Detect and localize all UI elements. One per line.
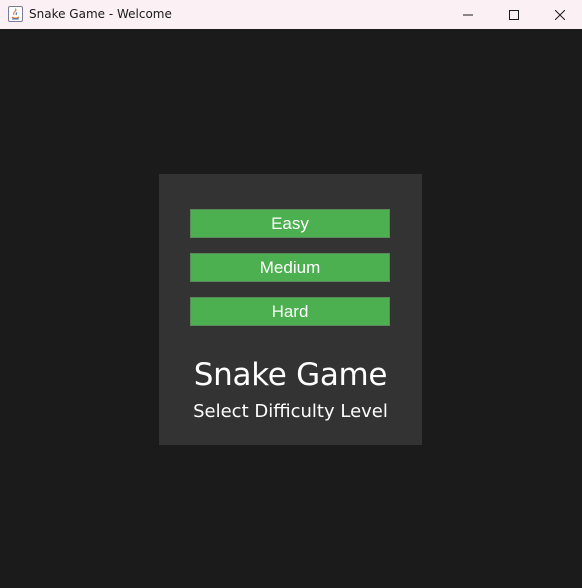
difficulty-panel: Easy Medium Hard Snake Game Select Diffi… xyxy=(159,174,422,445)
easy-button[interactable]: Easy xyxy=(190,209,390,238)
difficulty-subtitle: Select Difficulty Level xyxy=(193,401,388,422)
minimize-button[interactable] xyxy=(445,0,491,29)
app-window: Snake Game - Welcome Easy Medium Hard Sn… xyxy=(0,0,582,588)
title-bar[interactable]: Snake Game - Welcome xyxy=(0,0,582,29)
maximize-icon xyxy=(509,9,519,20)
hard-button[interactable]: Hard xyxy=(190,297,390,326)
window-title: Snake Game - Welcome xyxy=(29,7,172,21)
close-button[interactable] xyxy=(537,0,582,29)
minimize-icon xyxy=(463,10,473,20)
game-title: Snake Game xyxy=(193,357,388,393)
java-icon xyxy=(8,6,23,22)
close-icon xyxy=(555,9,565,20)
medium-button[interactable]: Medium xyxy=(190,253,390,282)
game-canvas: Easy Medium Hard Snake Game Select Diffi… xyxy=(0,29,582,588)
maximize-button[interactable] xyxy=(491,0,537,29)
